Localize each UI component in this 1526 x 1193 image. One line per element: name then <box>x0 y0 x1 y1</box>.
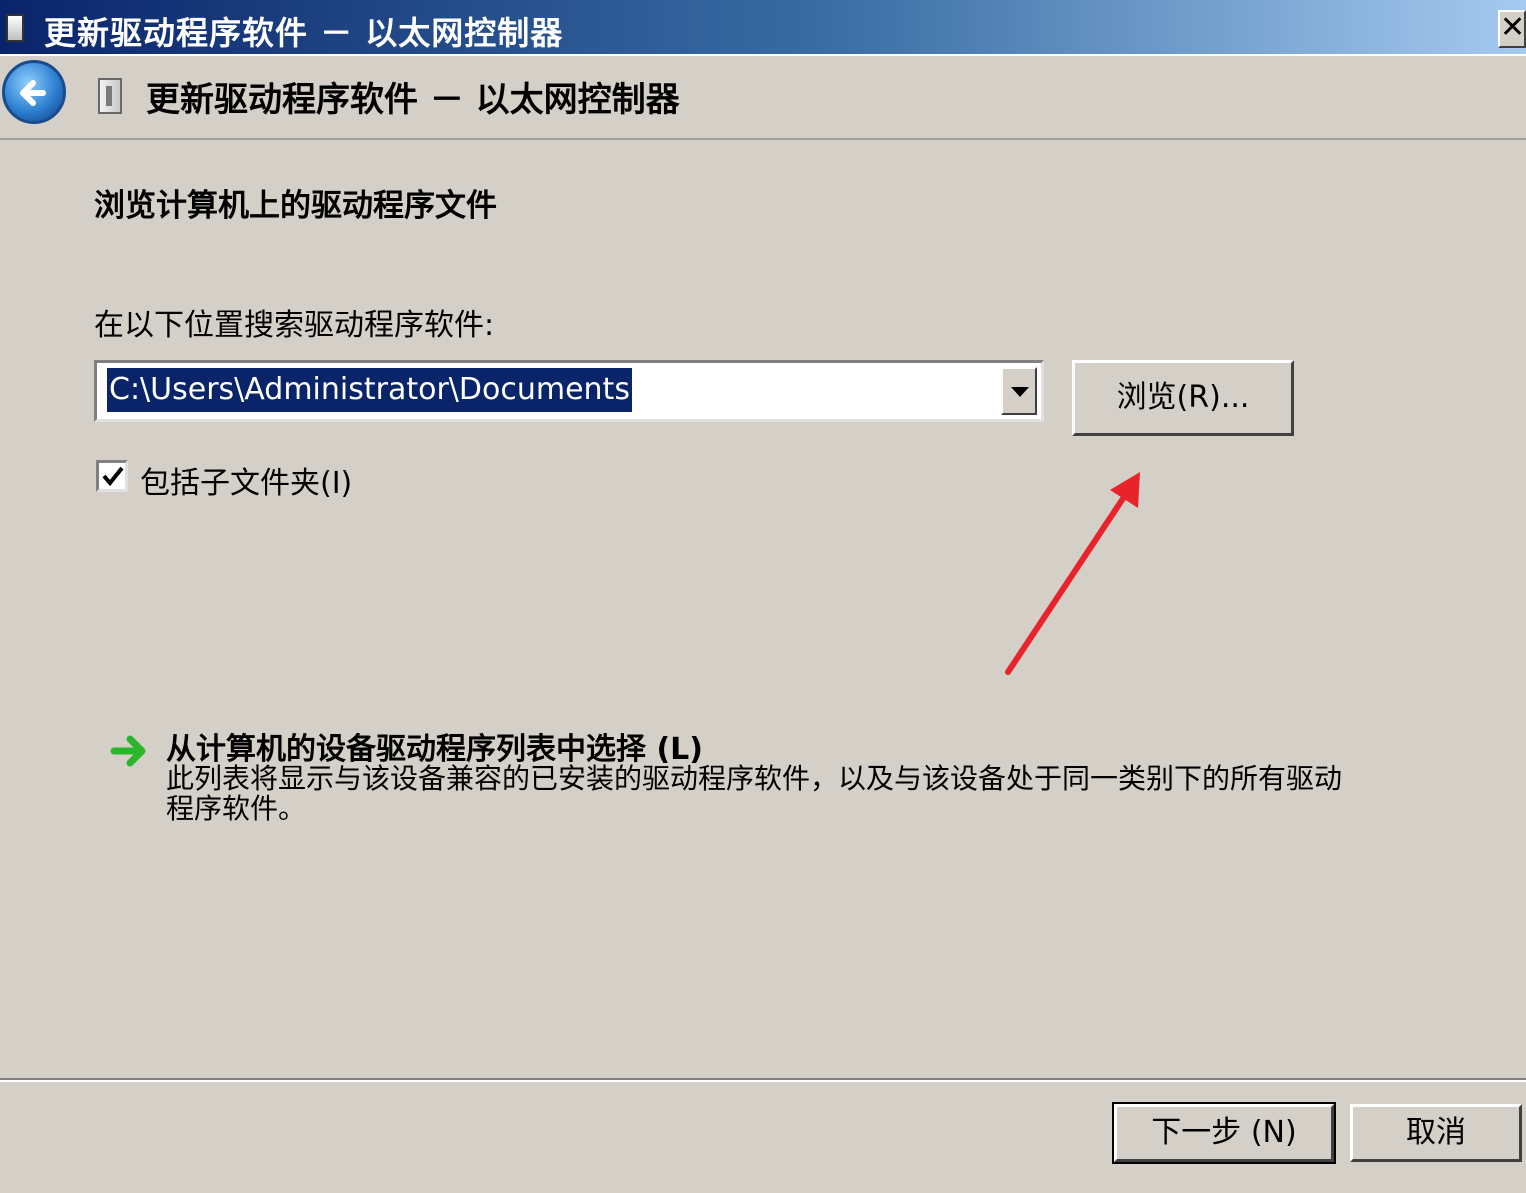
cancel-button[interactable]: 取消 <box>1350 1104 1522 1162</box>
next-button[interactable]: 下一步 (N) <box>1112 1102 1336 1164</box>
green-arrow-icon <box>110 735 146 767</box>
annotation-arrow <box>1005 472 1140 675</box>
footer-divider <box>0 1078 1526 1082</box>
choose-from-list-description: 此列表将显示与该设备兼容的已安装的驱动程序软件，以及与该设备处于同一类别下的所有… <box>166 762 1343 825</box>
